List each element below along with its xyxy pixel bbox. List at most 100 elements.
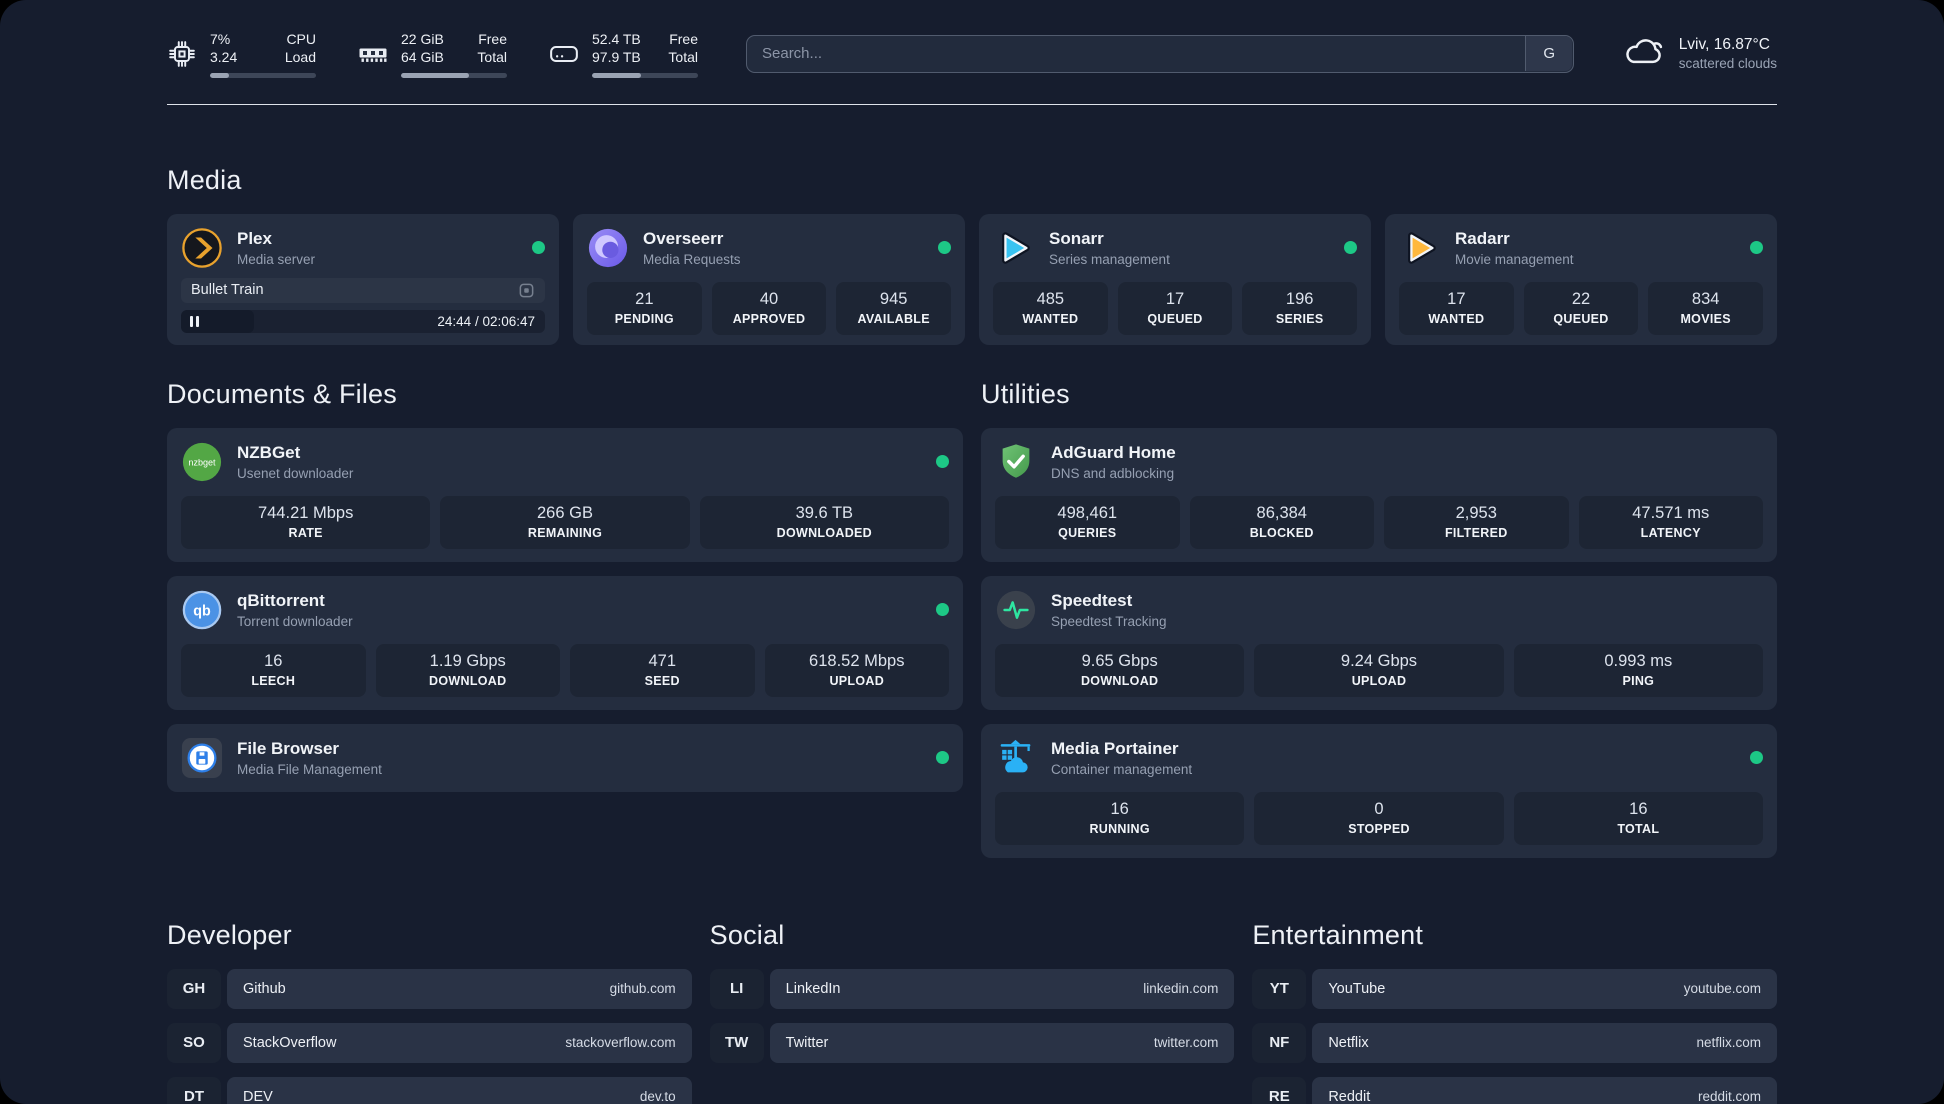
search-bar: G <box>746 34 1574 73</box>
link-stackoverflow[interactable]: SO StackOverflow stackoverflow.com <box>167 1022 692 1063</box>
playback-time: 24:44 / 02:06:47 <box>437 313 535 329</box>
stat-rate: 744.21 Mbps RATE <box>181 495 431 549</box>
disk-icon <box>549 39 579 69</box>
cpu-metric: 7% 3.24 CPU Load <box>167 30 316 78</box>
disk-total-label: Total <box>668 49 698 66</box>
stat-download: 1.19 Gbps DOWNLOAD <box>375 643 560 697</box>
app-desc: Torrent downloader <box>237 613 353 629</box>
memory-metric: 22 GiB 64 GiB Free Total <box>358 30 507 78</box>
weather-widget: Lviv, 16.87°C scattered clouds <box>1622 34 1777 73</box>
link-sections: Developer GH Github github.com SO StackOv… <box>167 920 1777 1104</box>
app-card-filebrowser[interactable]: File Browser Media File Management <box>167 723 963 792</box>
section-title-media: Media <box>167 164 242 195</box>
link-dev[interactable]: DT DEV dev.to <box>167 1076 692 1104</box>
app-card-qbittorrent[interactable]: qb qBittorrent Torrent downloader 16 LEEC… <box>167 575 963 710</box>
memory-free-label: Free <box>478 31 507 47</box>
stat-seed: 471 SEED <box>570 643 755 697</box>
link-netflix[interactable]: NF Netflix netflix.com <box>1252 1022 1777 1063</box>
app-card-radarr[interactable]: Radarr Movie management 17 WANTED 22 QUEUE… <box>1385 213 1777 345</box>
app-desc: Usenet downloader <box>237 465 354 481</box>
app-name: Overseerr <box>643 228 724 248</box>
app-name: qBittorrent <box>237 590 325 610</box>
search-input[interactable] <box>746 34 1574 73</box>
app-card-sonarr[interactable]: Sonarr Series management 485 WANTED 17 QUE… <box>979 213 1371 345</box>
section-title-developer: Developer <box>167 919 292 950</box>
stat-ping: 0.993 ms PING <box>1513 643 1763 697</box>
app-desc: Media server <box>237 251 316 267</box>
app-name: Radarr <box>1455 228 1510 248</box>
stat-download: 9.65 Gbps DOWNLOAD <box>995 643 1245 697</box>
svg-text:nzbget: nzbget <box>188 457 216 467</box>
qbittorrent-icon: qb <box>181 589 223 631</box>
app-card-portainer[interactable]: Media Portainer Container management 16 R… <box>981 723 1777 858</box>
link-twitter[interactable]: TW Twitter twitter.com <box>709 1022 1235 1063</box>
now-playing-title: Bullet Train <box>191 282 264 299</box>
app-card-adguard[interactable]: AdGuard Home DNS and adblocking 498,461 Q… <box>981 427 1777 562</box>
status-online-dot <box>1750 241 1763 255</box>
now-playing-row: Bullet Train <box>181 277 545 303</box>
link-abbr: GH <box>167 968 221 1009</box>
cpu-load-value: 3.24 <box>210 49 238 66</box>
app-name: Media Portainer <box>1051 738 1179 758</box>
disk-progress-bar <box>592 72 698 78</box>
app-card-plex[interactable]: Plex Media server Bullet Train 24:44 / 0… <box>167 213 559 345</box>
portainer-icon <box>995 737 1037 779</box>
memory-free-value: 22 GiB <box>401 31 444 47</box>
app-card-nzbget[interactable]: nzbget NZBGet Usenet downloader 744.21 M… <box>167 427 963 562</box>
app-name: Speedtest <box>1051 590 1133 610</box>
app-card-speedtest[interactable]: Speedtest Speedtest Tracking 9.65 Gbps DO… <box>981 575 1777 710</box>
weather-condition: scattered clouds <box>1678 56 1777 72</box>
disk-total-value: 97.9 TB <box>592 49 641 66</box>
status-online-dot <box>1344 241 1357 255</box>
memory-total-label: Total <box>477 49 507 66</box>
documents-column: Documents & Files nzbget NZBGet Usenet d… <box>167 379 963 858</box>
stat-queued: 22 QUEUED <box>1523 281 1639 335</box>
section-title-social: Social <box>709 919 785 950</box>
app-name: Sonarr <box>1049 228 1104 248</box>
storage-metric: 52.4 TB 97.9 TB Free Total <box>549 30 698 78</box>
memory-icon <box>358 39 388 69</box>
link-abbr: SO <box>167 1022 221 1063</box>
section-title-entertainment: Entertainment <box>1252 919 1424 950</box>
link-reddit[interactable]: RE Reddit reddit.com <box>1252 1076 1777 1104</box>
pause-icon[interactable] <box>190 315 199 327</box>
cloud-icon <box>1622 34 1666 73</box>
stat-total: 16 TOTAL <box>1513 791 1763 845</box>
disk-free-value: 52.4 TB <box>592 31 641 47</box>
cpu-progress-bar <box>210 72 316 78</box>
app-name: AdGuard Home <box>1051 442 1176 462</box>
stat-upload: 9.24 Gbps UPLOAD <box>1254 643 1504 697</box>
stat-latency: 47.571 ms LATENCY <box>1578 495 1763 549</box>
section-title-utilities: Utilities <box>981 378 1070 409</box>
link-linkedin[interactable]: LI LinkedIn linkedin.com <box>709 968 1235 1009</box>
link-abbr: DT <box>167 1076 221 1104</box>
stat-running: 16 RUNNING <box>995 791 1245 845</box>
stat-pending: 21 PENDING <box>587 281 702 335</box>
svg-text:qb: qb <box>193 603 211 619</box>
status-online-dot <box>936 603 949 617</box>
stat-wanted: 17 WANTED <box>1399 281 1514 335</box>
app-name: NZBGet <box>237 442 301 462</box>
link-github[interactable]: GH Github github.com <box>167 968 692 1009</box>
status-online-dot <box>1750 751 1763 765</box>
dashboard-page: 7% 3.24 CPU Load 22 GiB 64 GiB Free Tota… <box>0 0 1944 1104</box>
stat-available: 945 AVAILABLE <box>836 281 952 335</box>
plex-icon <box>181 227 223 269</box>
stat-wanted: 485 WANTED <box>993 281 1108 335</box>
sonarr-icon <box>993 227 1035 269</box>
app-desc: DNS and adblocking <box>1051 465 1175 481</box>
stat-approved: 40 APPROVED <box>711 281 827 335</box>
links-developer: Developer GH Github github.com SO StackOv… <box>167 920 692 1104</box>
stat-downloaded: 39.6 TB DOWNLOADED <box>699 495 949 549</box>
status-online-dot <box>532 241 545 255</box>
link-youtube[interactable]: YT YouTube youtube.com <box>1252 968 1777 1009</box>
radarr-icon <box>1399 227 1441 269</box>
top-header: 7% 3.24 CPU Load 22 GiB 64 GiB Free Tota… <box>167 0 1777 78</box>
stat-upload: 618.52 Mbps UPLOAD <box>764 643 949 697</box>
cpu-usage-value: 7% <box>210 31 231 47</box>
stat-series: 196 SERIES <box>1242 281 1358 335</box>
link-abbr: YT <box>1252 968 1307 1009</box>
search-provider-button[interactable]: G <box>1525 36 1573 72</box>
app-card-overseerr[interactable]: Overseerr Media Requests 21 PENDING 40 APP… <box>573 213 965 345</box>
link-abbr: TW <box>709 1022 764 1063</box>
